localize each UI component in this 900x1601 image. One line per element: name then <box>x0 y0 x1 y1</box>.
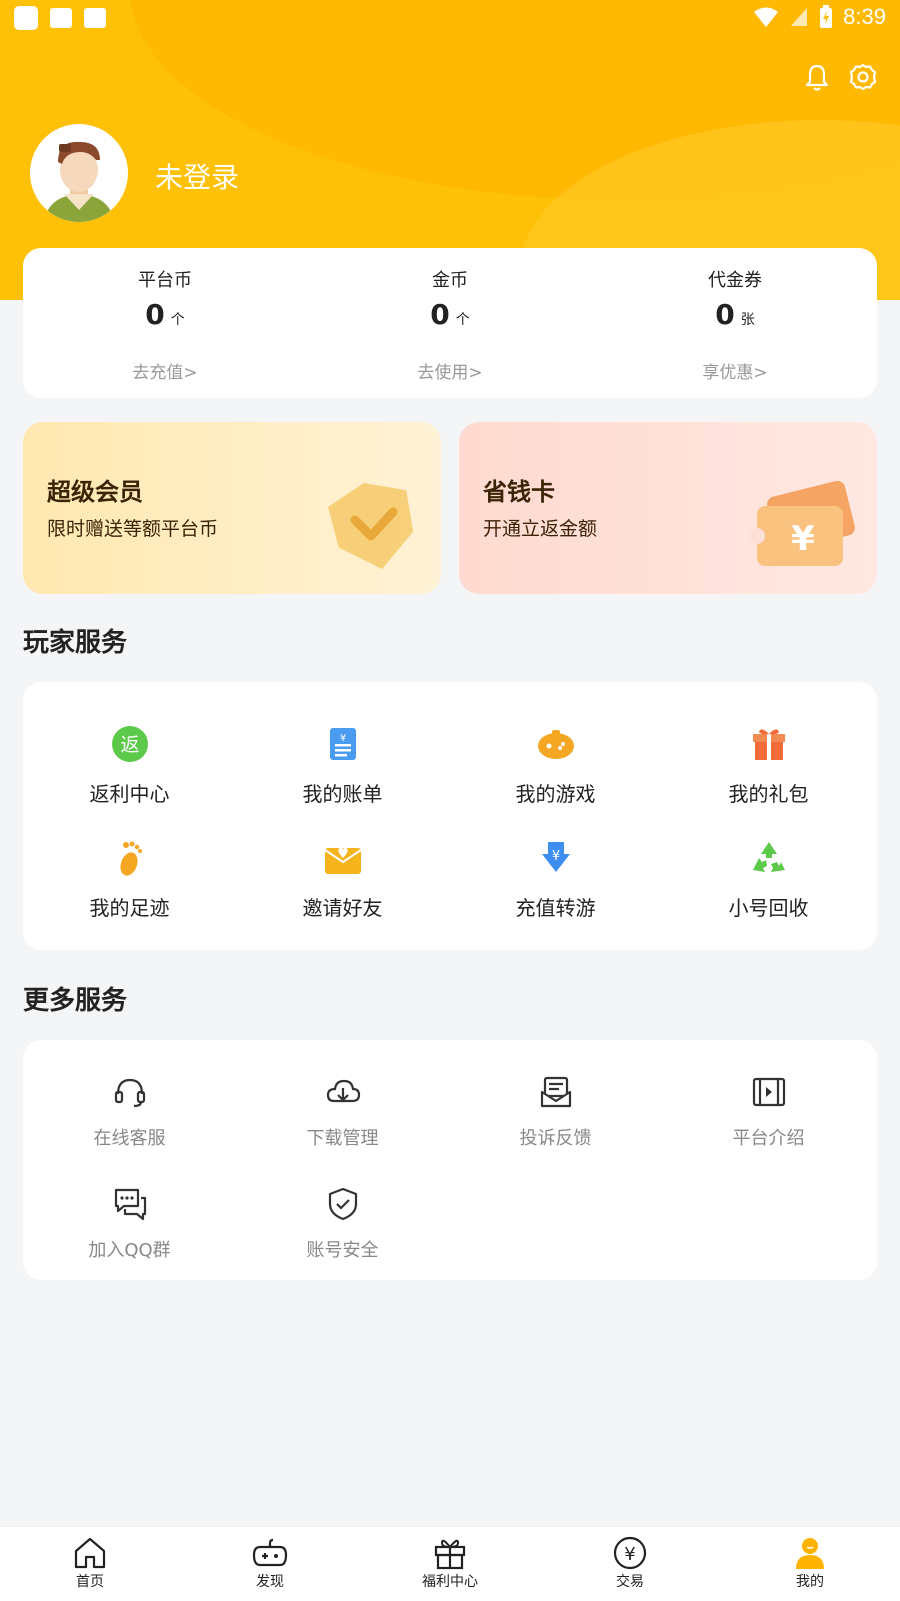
super-vip-card[interactable]: 超级会员 限时赠送等额平台币 <box>23 422 441 594</box>
feedback-icon <box>540 1076 571 1108</box>
tab-mine[interactable]: 我的 <box>720 1535 900 1591</box>
my-games-item[interactable]: 我的游戏 <box>449 724 662 807</box>
svg-text:¥: ¥ <box>551 849 559 864</box>
chat-icon <box>114 1188 146 1221</box>
tab-welfare-center[interactable]: 福利中心 <box>360 1535 540 1591</box>
recycle-icon <box>752 842 785 872</box>
online-support-item[interactable]: 在线客服 <box>23 1074 236 1150</box>
account-security-item[interactable]: 账号安全 <box>236 1186 449 1262</box>
settings-icon[interactable] <box>848 62 878 92</box>
invite-envelope-icon <box>323 847 362 874</box>
player-services-grid: 返 返利中心 ¥ 我的账单 我的游戏 我的礼包 我的足迹 邀请好友 ¥ 充值转游… <box>23 682 877 950</box>
tab-home[interactable]: 首页 <box>0 1535 180 1591</box>
gift-icon <box>434 1539 466 1570</box>
bell-icon[interactable] <box>802 62 832 92</box>
ticket-icon: ¥ <box>749 480 855 566</box>
my-footprint-item[interactable]: 我的足迹 <box>23 838 236 921</box>
clock: 8:39 <box>843 4 886 29</box>
user-icon <box>796 1538 824 1569</box>
rebate-icon: 返 <box>111 726 148 762</box>
home-icon <box>74 1537 106 1569</box>
svg-text:¥: ¥ <box>339 733 345 744</box>
recharge-transfer-icon: ¥ <box>541 842 570 872</box>
battery-icon <box>820 5 833 28</box>
avatar[interactable] <box>30 124 128 222</box>
svg-text:¥: ¥ <box>791 519 815 559</box>
no-signal-icon <box>791 8 808 26</box>
status-bar: 8:39 <box>0 0 900 36</box>
complaint-feedback-item[interactable]: 投诉反馈 <box>449 1074 662 1150</box>
yen-icon: ¥ <box>613 1536 647 1570</box>
vip-badge-icon <box>328 482 414 570</box>
use-coin-link[interactable]: 去使用> <box>308 358 592 383</box>
bill-icon: ¥ <box>329 728 356 760</box>
gold-coin-stat[interactable]: 金币 0个 去使用> <box>308 248 592 398</box>
player-services-title: 玩家服务 <box>23 628 128 658</box>
download-manager-item[interactable]: 下载管理 <box>236 1074 449 1150</box>
recharge-transfer-item[interactable]: ¥ 充值转游 <box>449 838 662 921</box>
footprint-icon <box>119 841 142 876</box>
my-gift-pack-item[interactable]: 我的礼包 <box>662 724 875 807</box>
my-bill-item[interactable]: ¥ 我的账单 <box>236 724 449 807</box>
voucher-stat[interactable]: 代金券 0张 享优惠> <box>593 248 877 398</box>
headset-icon <box>114 1078 145 1108</box>
wifi-icon <box>754 7 779 27</box>
platform-intro-item[interactable]: 平台介绍 <box>662 1074 875 1150</box>
image-notification-icon <box>50 8 72 28</box>
gamepad-icon <box>252 1538 288 1567</box>
alt-account-recycle-item[interactable]: 小号回收 <box>662 838 875 921</box>
svg-text:返: 返 <box>120 734 139 756</box>
svg-text:¥: ¥ <box>624 1544 635 1565</box>
tab-trade[interactable]: ¥ 交易 <box>540 1535 720 1591</box>
recharge-link[interactable]: 去充值> <box>23 358 307 383</box>
tab-discover[interactable]: 发现 <box>180 1535 360 1591</box>
rebate-center-item[interactable]: 返 返利中心 <box>23 724 236 807</box>
gamepad-icon <box>537 730 574 759</box>
login-status[interactable]: 未登录 <box>155 156 239 196</box>
voucher-link[interactable]: 享优惠> <box>593 358 877 383</box>
gift-icon <box>752 729 785 760</box>
shield-icon <box>328 1187 357 1221</box>
more-services-title: 更多服务 <box>23 986 128 1016</box>
bottom-tab-bar: 首页 发现 福利中心 ¥ 交易 我的 <box>0 1526 900 1601</box>
money-saving-card[interactable]: 省钱卡 开通立返金额 ¥ <box>459 422 877 594</box>
platform-coin-stat[interactable]: 平台币 0个 去充值> <box>23 248 307 398</box>
invite-friends-item[interactable]: 邀请好友 <box>236 838 449 921</box>
notification-app-icon <box>14 6 38 30</box>
join-qq-group-item[interactable]: 加入QQ群 <box>23 1186 236 1262</box>
cloud-download-icon <box>326 1079 360 1103</box>
more-services-grid: 在线客服 下载管理 投诉反馈 平台介绍 加入QQ群 账号安全 <box>23 1040 877 1280</box>
video-icon <box>752 1077 785 1107</box>
assets-card: 平台币 0个 去充值> 金币 0个 去使用> 代金券 0张 享优惠> <box>23 248 877 398</box>
app-notification-icon <box>84 8 106 28</box>
